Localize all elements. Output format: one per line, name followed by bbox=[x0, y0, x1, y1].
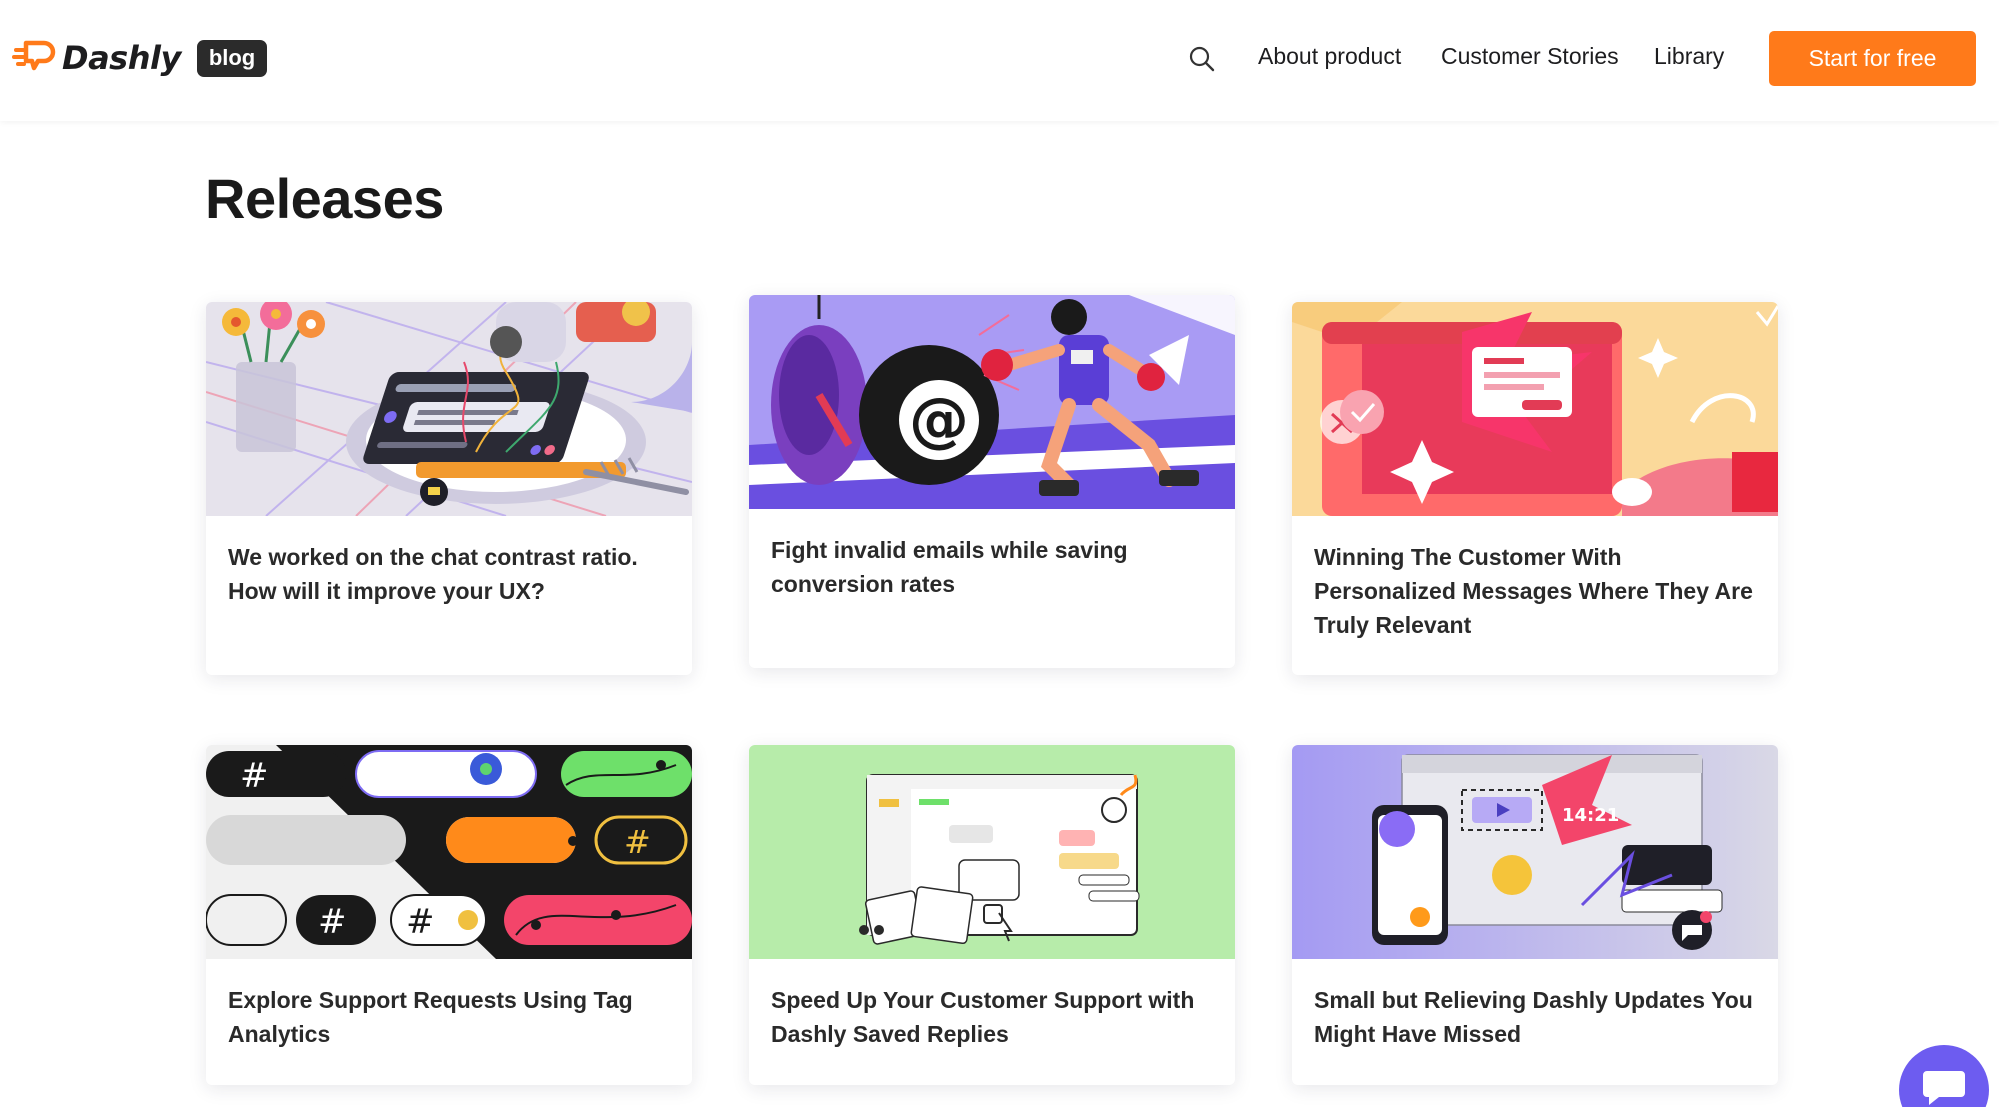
saved-replies-illustration bbox=[749, 745, 1235, 959]
svg-text:@: @ bbox=[909, 385, 969, 455]
logo-wordmark: Dashly bbox=[62, 39, 181, 77]
svg-text:#: # bbox=[240, 756, 269, 796]
svg-text:#: # bbox=[318, 902, 347, 942]
site-header: Dashly blog About product Customer Stori… bbox=[0, 0, 1999, 121]
dashly-logo-icon bbox=[12, 40, 56, 71]
boxing-emails-illustration: @ bbox=[749, 295, 1235, 509]
svg-text:#: # bbox=[406, 902, 435, 942]
chat-widget-button[interactable] bbox=[1899, 1045, 1989, 1107]
personalized-messages-illustration bbox=[1292, 302, 1778, 516]
article-card[interactable]: # # # # Explore Support Requests Using T… bbox=[206, 745, 692, 1085]
svg-text:14:21: 14:21 bbox=[1562, 805, 1619, 826]
blog-badge: blog bbox=[196, 39, 268, 77]
article-card[interactable]: Winning The Customer With Personalized M… bbox=[1292, 302, 1778, 675]
card-title: We worked on the chat contrast ratio. Ho… bbox=[228, 544, 638, 604]
chat-icon bbox=[1923, 1071, 1965, 1105]
search-icon bbox=[1189, 46, 1215, 72]
article-card[interactable]: 14:21 Small but Relieving Dashly Updates… bbox=[1292, 745, 1778, 1085]
tag-analytics-illustration: # # # # bbox=[206, 745, 692, 959]
card-title: Winning The Customer With Personalized M… bbox=[1314, 544, 1753, 638]
page-title: Releases bbox=[205, 167, 444, 230]
nav-customer-stories[interactable]: Customer Stories bbox=[1441, 43, 1619, 70]
svg-text:#: # bbox=[624, 823, 651, 861]
nav-about-product[interactable]: About product bbox=[1258, 43, 1401, 70]
dashly-updates-illustration: 14:21 bbox=[1292, 745, 1778, 959]
card-title: Small but Relieving Dashly Updates You M… bbox=[1314, 987, 1753, 1047]
chat-contrast-illustration bbox=[206, 302, 692, 516]
search-button[interactable] bbox=[1188, 45, 1216, 73]
card-title: Speed Up Your Customer Support with Dash… bbox=[771, 987, 1195, 1047]
nav-library[interactable]: Library bbox=[1654, 43, 1724, 70]
article-card[interactable]: @ Fight invalid emails while saving conv… bbox=[749, 295, 1235, 668]
article-card[interactable]: Speed Up Your Customer Support with Dash… bbox=[749, 745, 1235, 1085]
start-for-free-button[interactable]: Start for free bbox=[1769, 31, 1976, 86]
card-title: Fight invalid emails while saving conver… bbox=[771, 537, 1128, 597]
article-card[interactable]: We worked on the chat contrast ratio. Ho… bbox=[206, 302, 692, 675]
dashly-logo[interactable]: Dashly blog bbox=[12, 37, 268, 79]
card-title: Explore Support Requests Using Tag Analy… bbox=[228, 987, 633, 1047]
